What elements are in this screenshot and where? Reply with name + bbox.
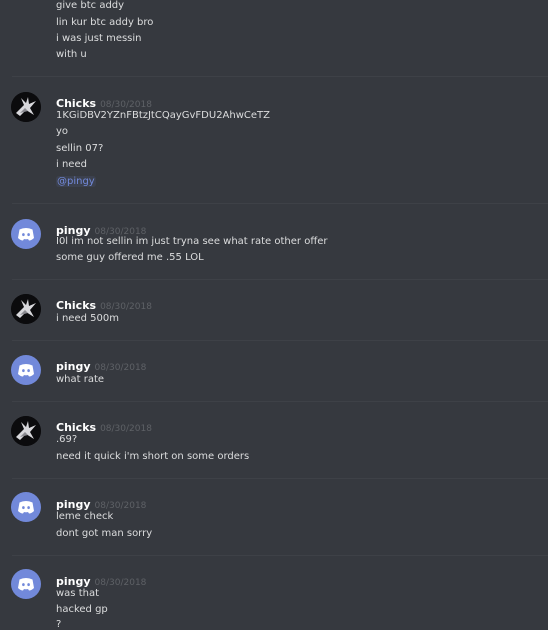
message-line: i need	[56, 159, 87, 170]
discord-logo-icon	[18, 501, 34, 514]
chat-messages: give btc addy lin kur btc addy bro i was…	[0, 0, 548, 630]
message-header: Chicks 08/30/2018	[56, 92, 152, 110]
message-line: i need 500m	[56, 313, 119, 324]
message-line: yo	[56, 126, 69, 137]
message-divider	[12, 340, 548, 341]
discord-avatar[interactable]	[11, 355, 41, 385]
chicks-avatar[interactable]	[11, 294, 41, 324]
message-divider	[12, 478, 548, 479]
discord-avatar[interactable]	[11, 219, 41, 249]
message-header: pingy 08/30/2018	[56, 355, 146, 373]
timestamp: 08/30/2018	[94, 363, 147, 373]
discord-logo-icon	[18, 228, 34, 241]
username[interactable]: pingy	[56, 360, 91, 373]
message-line: @pingy	[56, 175, 96, 188]
chicks-avatar[interactable]	[11, 92, 41, 122]
message-header: Chicks 08/30/2018	[56, 416, 152, 434]
message-line: sellin 07?	[56, 143, 104, 154]
message-line: give btc addy	[56, 0, 125, 11]
user-mention[interactable]: @pingy	[56, 176, 96, 187]
username[interactable]: Chicks	[56, 299, 96, 312]
message-line: leme check	[56, 511, 114, 522]
discord-avatar[interactable]	[11, 492, 41, 522]
message-header: pingy 08/30/2018	[56, 219, 146, 237]
message-line: with u	[56, 49, 87, 60]
message-line: some guy offered me .55 LOL	[56, 252, 204, 263]
message-line: dont got man sorry	[56, 528, 153, 539]
message-line: I0l im not sellin im just tryna see what…	[56, 236, 328, 247]
message-line: ?	[56, 619, 62, 630]
message-divider	[12, 203, 548, 204]
message-divider	[12, 401, 548, 402]
message-header: pingy 08/30/2018	[56, 493, 146, 511]
message-line: what rate	[56, 374, 105, 385]
message-header: Chicks 08/30/2018	[56, 294, 152, 312]
message-divider	[12, 279, 548, 280]
discord-logo-icon	[18, 364, 34, 377]
message-line: i was just messin	[56, 33, 142, 44]
message-line: .69?	[56, 434, 78, 445]
discord-avatar[interactable]	[11, 569, 41, 599]
message-header: pingy 08/30/2018	[56, 570, 146, 588]
timestamp: 08/30/2018	[94, 578, 147, 588]
message-line: 1KGiDBV2YZnFBtzJtCQayGvFDU2AhwCeTZ	[56, 110, 271, 121]
message-divider	[12, 555, 548, 556]
discord-logo-icon	[18, 578, 34, 591]
message-divider	[12, 76, 548, 77]
message-line: hacked gp	[56, 604, 108, 615]
timestamp: 08/30/2018	[100, 424, 152, 434]
timestamp: 08/30/2018	[100, 302, 152, 312]
message-line: was that	[56, 588, 100, 599]
message-line: lin kur btc addy bro	[56, 17, 154, 28]
message-line: need it quick i'm short on some orders	[56, 451, 250, 462]
chicks-avatar[interactable]	[11, 416, 41, 446]
